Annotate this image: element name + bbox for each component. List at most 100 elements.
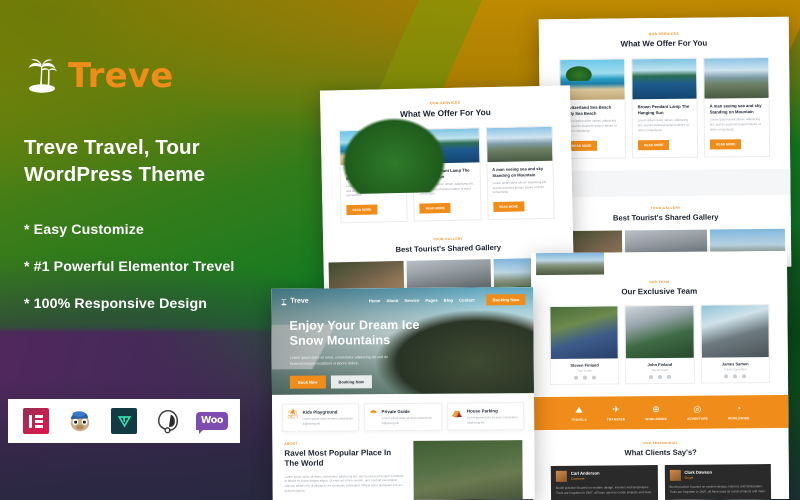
offer-tag: OUR SERVICES [648,31,680,37]
testimonial-card: Carl Anderson Customer Booth practice fo… [550,464,658,500]
team-member-photo [550,306,619,359]
offer-read-more-button[interactable]: READ MORE [346,204,378,216]
testimonial-text: Booth practice focused on modern design,… [555,484,653,495]
brand-lockup: Treve [24,56,300,96]
nav-item-blog[interactable]: Blog [444,298,453,303]
beach-umbrella-image [339,129,406,166]
team-social-links[interactable] [626,372,693,384]
feature-card[interactable]: ⛺ House Parking Lorem ipsum dolor sit am… [446,402,525,431]
team-member-photo [625,305,694,359]
hero-banner: Treve Home About Service Pages Blog Cont… [271,287,534,395]
offer-card-text: Lorem ipsum dolor sitmet, adipiscing eli… [492,179,547,195]
about-tag: ABOUT [284,441,298,446]
hero-logo-text: Treve [290,297,309,305]
site-navbar: Treve Home About Service Pages Blog Cont… [271,287,533,307]
clock-icon: ◔ [735,403,742,414]
testimonial-tag: OUR TESTIMONIAL [643,440,678,445]
playground-icon: ⛱ [287,408,299,419]
nav-item-contact[interactable]: Contact [459,297,475,302]
team-member-card[interactable]: John Finland Tourist Guide [624,304,695,385]
nav-item-home[interactable]: Home [369,298,381,303]
stat-label: ADVENTURE [686,416,708,421]
about-text: Lorem ipsum dolor sit amet, consectetur … [284,473,404,493]
compass-icon: ◎ [693,403,702,414]
slider-revolution-badge [154,407,182,435]
stats-strip: ⛰ TRAVELS ✈ TRANSFER ⊕ WORLDWIDE ◎ ADVEN… [532,394,789,430]
offer-card-text: Lorem ipsum dolor sitmet, adipiscing eli… [565,118,617,133]
team-member-card[interactable]: Steven Finland Tour Guide [549,305,620,385]
mountain-icon: ⛰ [575,404,583,415]
offer-read-more-button[interactable]: READ MORE [637,139,670,150]
paper-plane-icon: ✈ [612,404,620,415]
team-social-links[interactable] [702,371,769,383]
booking-now-button[interactable]: Booking Now [486,294,526,306]
feature-card-title: Kids Playground [302,409,338,415]
guide-icon: ☂ [369,408,378,419]
hero-title: Enjoy Your Dream Ice Snow Mountains [289,317,420,349]
nav-item-about[interactable]: About [386,298,398,303]
palm-tree-island-icon [28,59,57,93]
testimonial-text: Booth practice focused on modern design,… [669,483,766,494]
avatar [669,469,681,481]
nav-links[interactable]: Home About Service Pages Blog Contact Bo… [369,294,526,306]
offer-card-title: Brown Pendant Lamp The Hanging Sun [637,103,690,115]
team-tag: OUR TEAM [649,279,670,285]
offer-read-more-button[interactable]: READ MORE [419,202,451,214]
offer-card[interactable]: Brown Pendant Lamp The Hanging Sun Lorem… [631,57,699,159]
nav-item-service[interactable]: Service [404,298,419,303]
palm-tree-island-icon [281,298,287,305]
hero-secondary-button[interactable]: Booking Now [330,374,373,389]
feature-card-text: Lorem ipsum dolor sit amet consectetur a… [381,415,433,425]
parking-icon: ⛺ [451,407,464,418]
team-member-name: Steven Finland [570,362,599,368]
nav-item-pages[interactable]: Pages [425,298,437,303]
offer-card[interactable]: A man seeing sea and sky Standing on Mou… [703,56,771,158]
offer-read-more-button[interactable]: READ MORE [492,201,525,212]
plugin-badge-strip: Woo [8,399,240,443]
testimonial-name: Carl Anderson [570,470,600,476]
hero-primary-button[interactable]: Book Now [289,375,326,389]
stat-item: ◔ WORLDWIDE [727,403,750,420]
offer-card[interactable]: A man seeing sea and sky Standing on Mou… [485,125,555,221]
globe-icon: ⊕ [652,404,660,415]
team-social-links[interactable] [551,372,618,384]
about-title: Ravel Most Popular Place In The World [284,448,392,469]
mountain-town-image [704,57,769,99]
woocommerce-label: Woo [195,412,229,434]
offer-card-title: A man seeing sea and sky Standing on Mou… [709,102,762,115]
promo-panel: Treve Treve Travel, Tour WordPress Theme… [0,0,300,500]
team-member-name: John Finland [647,361,673,368]
wpforms-badge [110,407,138,435]
offer-card-title: A man seeing sea and sky Standing on Mou… [492,165,544,178]
mailchimp-badge [66,407,94,435]
hero-logo[interactable]: Treve [280,297,309,305]
offer-card-text: Lorem ipsum dolor sitmet, adipiscing eli… [709,117,761,132]
hero-content: Enjoy Your Dream Ice Snow Mountains Lore… [271,306,422,389]
stat-label: TRANSFER [606,416,626,421]
feature-card-title: House Parking [466,408,498,414]
stat-label: WORLDWIDE [727,415,750,420]
page-title: Treve Travel, Tour WordPress Theme [24,136,206,187]
testimonial-role: Customer [570,476,585,481]
stat-item: ◎ ADVENTURE [686,403,708,421]
hero-buttons: Book Now Booking Now [289,374,422,389]
feature-card[interactable]: ⛱ Kids Playground Lorem ipsum dolor sit … [282,403,360,432]
forest-hiker-image [328,260,405,291]
elementor-badge [22,407,50,435]
brand-name: Treve [68,56,174,96]
testimonial-role: Singer [684,475,694,480]
hero-text: Lorem ipsum dolor sit amet, consectetur … [289,354,389,366]
hikers-rock-image [413,440,523,500]
stat-label: TRAVELS [571,417,587,422]
woocommerce-badge: Woo [195,407,229,435]
feature-item: * 100% Responsive Design [24,296,207,313]
stat-item: ✈ TRANSFER [606,404,626,421]
offer-card[interactable]: Switzerland Sea Beach Italy Sea Beach Lo… [338,128,409,224]
offer-read-more-button[interactable]: READ MORE [709,138,742,150]
avatar [555,470,567,482]
team-member-photo [701,305,769,358]
screenshot-offer-section: OUR SERVICES What We Offer For You Switz… [538,16,792,270]
feature-card[interactable]: ☂ Private Guide Lorem ipsum dolor sit am… [364,402,442,432]
team-member-card[interactable]: James Samen Travel Consultant [700,304,771,384]
feature-list: * Easy Customize * #1 Powerful Elementor… [24,222,300,312]
